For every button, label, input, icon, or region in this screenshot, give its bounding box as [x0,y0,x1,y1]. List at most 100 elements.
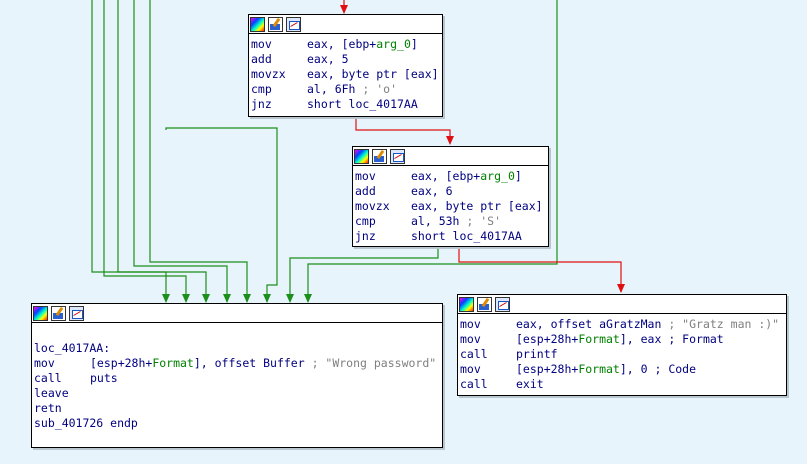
operand: ], offset Buffer [193,356,305,370]
edge-green-4 [133,0,231,303]
mnemonic: call [460,347,488,361]
asm-line[interactable]: movzx eax, byte ptr [eax] [355,199,546,214]
operand: eax, [ebp+ [411,169,481,183]
operand: ] [514,169,522,183]
rename-icon[interactable] [268,16,283,32]
color-palette-icon[interactable] [33,305,48,321]
asm-line[interactable]: call printf [460,347,784,362]
mnemonic: mov [355,169,376,183]
asm-line[interactable]: loc_4017AA: [34,341,440,356]
mnemonic: retn [34,401,62,415]
rename-icon[interactable] [477,296,492,312]
mnemonic: movzx [251,67,286,81]
operand: ], eax ; Format [619,332,724,346]
asm-line[interactable]: leave [34,386,440,401]
code-block-check-o[interactable]: mov eax, [ebp+arg_0] add eax, 5 movzx eax, by… [248,14,443,117]
asm-line[interactable]: jnz short loc_4017AA [355,229,546,244]
asm-line[interactable]: call exit [460,377,784,392]
mnemonic: mov [34,356,55,370]
mnemonic: mov [251,37,272,51]
code-block-loc-4017AA[interactable]: loc_4017AA: mov [esp+28h+Format], offset B… [31,303,443,448]
group-nodes-icon[interactable] [495,296,510,312]
rename-icon[interactable] [372,148,387,164]
code-label[interactable]: loc_4017AA: [34,341,110,355]
edge-red-3 [458,246,625,293]
operand: eax, 6 [411,184,453,198]
symbol[interactable]: arg_0 [376,37,411,51]
asm-line[interactable]: mov eax, [ebp+arg_0] [355,169,546,184]
symbol[interactable]: arg_0 [480,169,515,183]
group-nodes-icon[interactable] [69,305,84,321]
asm-line[interactable]: sub_401726 endp [34,416,440,431]
node-toolbar [249,15,442,34]
color-palette-icon[interactable] [459,296,474,312]
operand: ], 0 ; Code [619,362,697,376]
comment: ; 'S' [459,214,502,228]
edge-green-3 [117,0,210,303]
node-disassembly: mov eax, [ebp+arg_0] add eax, 5 movzx eax, by… [249,34,442,114]
edge-green-7 [286,246,439,303]
operand: al, 53h [411,214,460,228]
code-label[interactable]: sub_401726 endp [34,416,138,430]
operand: eax, 5 [307,52,349,66]
asm-line[interactable]: mov [esp+28h+Format], 0 ; Code [460,362,784,377]
asm-line[interactable]: jnz short loc_4017AA [251,97,440,112]
operand: al, 6Fh [307,82,356,96]
operand: [esp+28h+ [90,356,153,370]
operand: printf [516,347,558,361]
mnemonic: cmp [355,214,376,228]
asm-line[interactable]: movzx eax, byte ptr [eax] [251,67,440,82]
group-nodes-icon[interactable] [390,148,405,164]
operand: eax, byte ptr [eax] [307,67,439,81]
node-toolbar [458,295,786,314]
symbol[interactable]: Format [152,356,194,370]
rename-icon[interactable] [51,305,66,321]
operand: eax, byte ptr [eax] [411,199,543,213]
operand: exit [516,377,544,391]
mnemonic: mov [460,317,481,331]
node-disassembly: mov eax, offset aGratzMan ; "Gratz man :)… [458,314,786,394]
asm-line[interactable]: mov [esp+28h+Format], eax ; Format [460,332,784,347]
comment: ; "Gratz man :)" [661,317,780,331]
edge-green-5 [149,0,251,303]
operand: eax, [ebp+ [307,37,377,51]
asm-line[interactable]: call puts [34,371,440,386]
asm-line[interactable]: mov [esp+28h+Format], offset Buffer ; "Wr… [34,356,440,371]
asm-line[interactable]: cmp al, 6Fh ; 'o' [251,82,440,97]
mnemonic: add [251,52,272,66]
operand: short loc_4017AA [411,229,522,243]
comment: ; "Wrong password" [304,356,437,370]
operand: [esp+28h+ [516,332,579,346]
color-palette-icon[interactable] [354,148,369,164]
node-toolbar [353,147,548,166]
comment: ; 'o' [355,82,398,96]
color-palette-icon[interactable] [250,16,265,32]
node-toolbar [32,304,442,323]
mnemonic: add [355,184,376,198]
asm-line[interactable]: mov eax, offset aGratzMan ; "Gratz man :)… [460,317,784,332]
mnemonic: mov [460,362,481,376]
symbol[interactable]: Format [578,362,620,376]
code-block-check-S[interactable]: mov eax, [ebp+arg_0] add eax, 6 movzx eax, by… [352,146,549,247]
node-disassembly: mov eax, [ebp+arg_0] add eax, 6 movzx eax, by… [353,166,548,246]
mnemonic: cmp [251,82,272,96]
operand: eax, offset aGratzMan [516,317,662,331]
asm-line[interactable]: retn [34,401,440,416]
asm-line[interactable]: cmp al, 53h ; 'S' [355,214,546,229]
asm-line[interactable]: mov eax, [ebp+arg_0] [251,37,440,52]
mnemonic: leave [34,386,69,400]
node-disassembly: loc_4017AA: mov [esp+28h+Format], offset B… [32,323,442,433]
edge-green-2 [103,0,190,303]
mnemonic: call [460,377,488,391]
asm-line[interactable]: add eax, 5 [251,52,440,67]
edge-red-2 [355,116,454,145]
asm-line[interactable]: add eax, 6 [355,184,546,199]
operand: puts [90,371,118,385]
code-block-gratz[interactable]: mov eax, offset aGratzMan ; "Gratz man :)… [457,294,787,396]
mnemonic: movzx [355,199,390,213]
operand: ] [410,37,418,51]
symbol[interactable]: Format [578,332,620,346]
group-nodes-icon[interactable] [286,16,301,32]
mnemonic: call [34,371,62,385]
